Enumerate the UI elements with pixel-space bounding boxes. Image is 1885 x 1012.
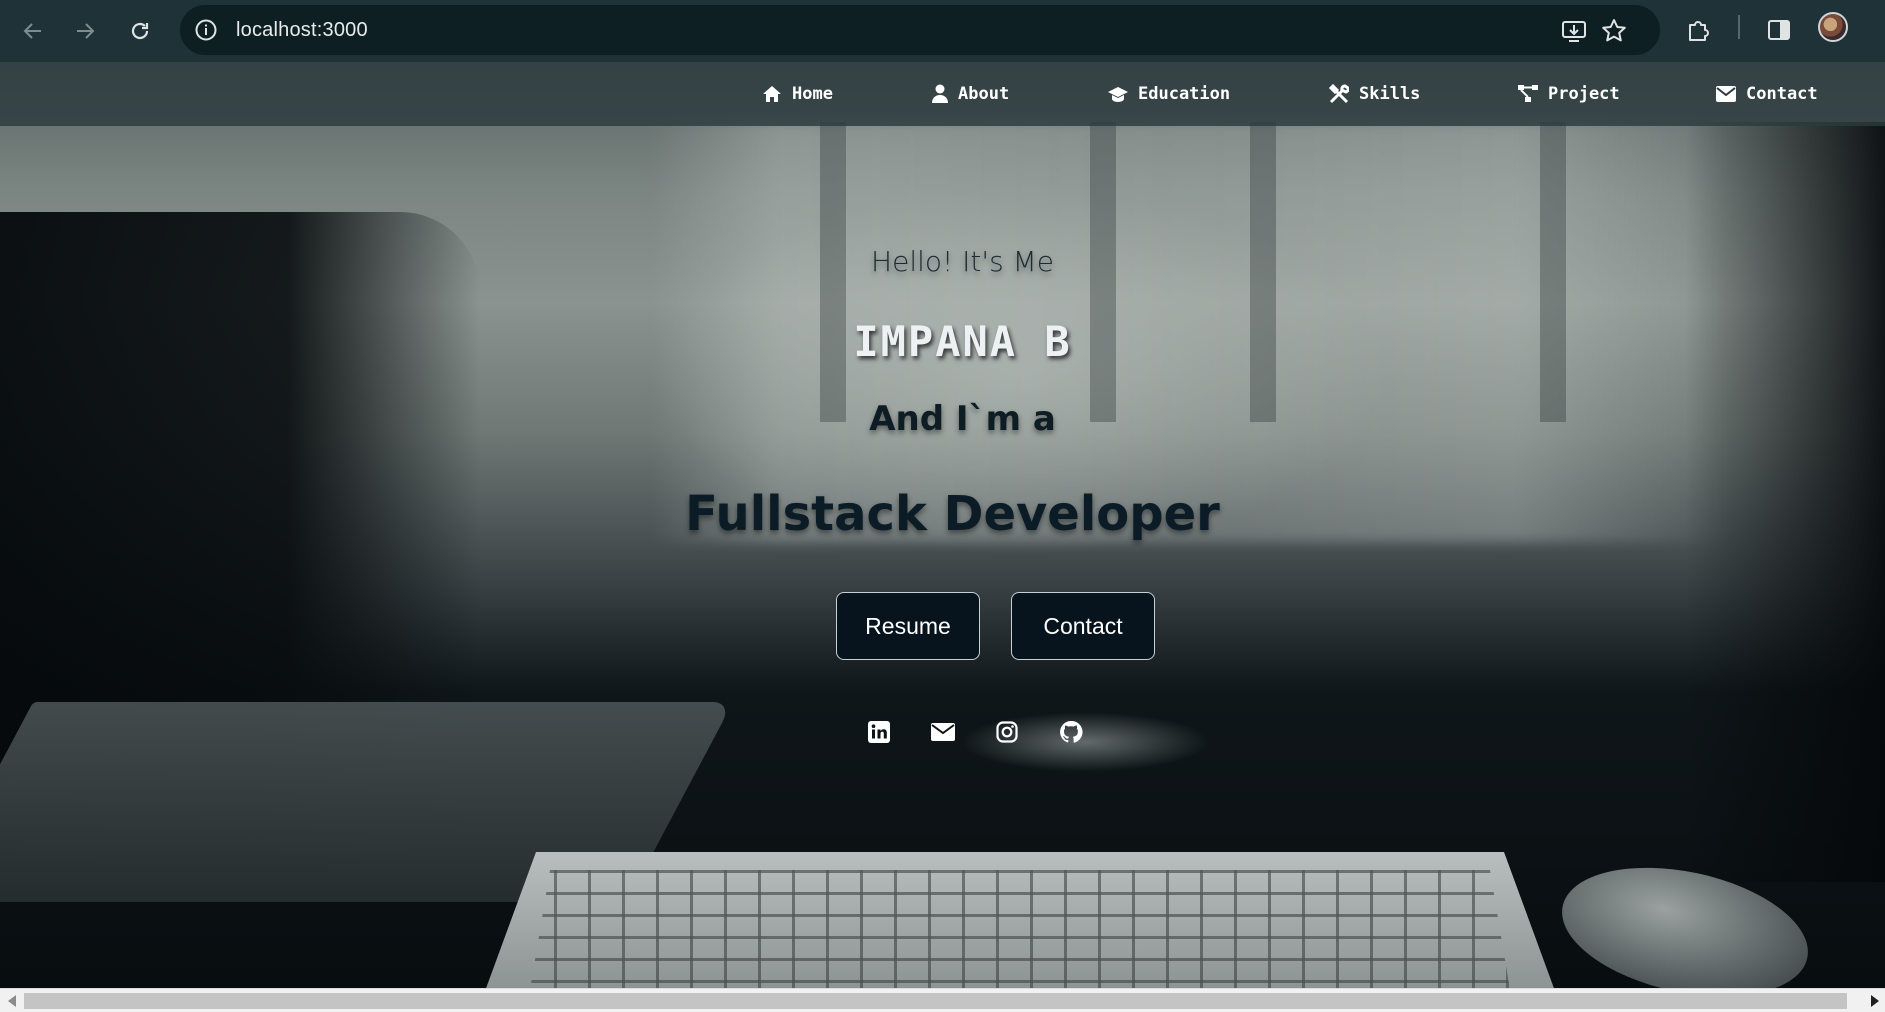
- github-icon: [1060, 720, 1083, 743]
- home-icon: [763, 86, 781, 102]
- side-panel-button[interactable]: [1761, 12, 1797, 48]
- resume-button[interactable]: Resume: [836, 592, 980, 660]
- forward-arrow-icon: [77, 23, 95, 39]
- nav-item-education[interactable]: Education: [1108, 62, 1230, 126]
- nav-item-about[interactable]: About: [932, 62, 1009, 126]
- site-navbar: Home About Education Skills Project Cont…: [0, 62, 1885, 126]
- scrollbar-thumb[interactable]: [24, 993, 1847, 1009]
- toolbar-divider: [1738, 15, 1740, 39]
- scroll-left-arrow-icon[interactable]: [8, 995, 16, 1007]
- back-button[interactable]: [14, 12, 52, 50]
- extensions-puzzle-icon: [1689, 21, 1709, 41]
- scroll-right-arrow-icon[interactable]: [1871, 995, 1879, 1007]
- nav-item-skills[interactable]: Skills: [1329, 62, 1420, 126]
- hero-greeting: Hello! It's Me: [871, 245, 1054, 278]
- email-icon: [931, 723, 955, 741]
- site-info-icon[interactable]: [194, 18, 218, 42]
- profile-avatar[interactable]: [1818, 12, 1848, 42]
- reload-button[interactable]: [121, 12, 159, 50]
- nav-item-label: Education: [1138, 84, 1231, 104]
- linkedin-link[interactable]: [861, 714, 897, 750]
- hero-subtitle: And I`m a: [869, 399, 1056, 439]
- extensions-button[interactable]: [1680, 12, 1716, 48]
- address-bar[interactable]: localhost:3000: [180, 5, 1660, 55]
- horizontal-scrollbar[interactable]: [0, 988, 1885, 1012]
- back-arrow-icon: [23, 23, 41, 39]
- nav-item-project[interactable]: Project: [1518, 62, 1620, 126]
- install-app-icon[interactable]: [1560, 17, 1588, 45]
- url-text[interactable]: localhost:3000: [236, 5, 368, 55]
- nav-item-label: Project: [1548, 84, 1620, 104]
- hero-name: IMPANA B: [853, 317, 1072, 366]
- linkedin-icon: [868, 721, 890, 743]
- envelope-icon: [1716, 86, 1736, 102]
- forward-button[interactable]: [66, 12, 104, 50]
- user-icon: [932, 84, 948, 103]
- nav-item-label: Contact: [1746, 84, 1818, 104]
- email-link[interactable]: [925, 714, 961, 750]
- background-keyboard-keys: [520, 870, 1520, 988]
- nav-item-label: About: [958, 84, 1010, 104]
- nav-item-label: Skills: [1359, 84, 1421, 104]
- contact-button[interactable]: Contact: [1011, 592, 1155, 660]
- graduation-cap-icon: [1108, 87, 1128, 102]
- hero-role: Fullstack Developer: [685, 486, 1220, 542]
- page-viewport: Home About Education Skills Project Cont…: [0, 62, 1885, 988]
- tools-icon: [1329, 84, 1349, 104]
- nav-item-label: Home: [792, 84, 833, 104]
- instagram-icon: [996, 721, 1018, 743]
- reload-icon: [131, 22, 149, 40]
- project-diagram-icon: [1518, 85, 1538, 102]
- bookmark-star-icon[interactable]: [1600, 17, 1628, 45]
- nav-item-contact[interactable]: Contact: [1716, 62, 1818, 126]
- github-link[interactable]: [1053, 714, 1089, 750]
- browser-toolbar: localhost:3000: [0, 0, 1885, 62]
- side-panel-icon: [1768, 20, 1790, 40]
- instagram-link[interactable]: [989, 714, 1025, 750]
- nav-item-home[interactable]: Home: [762, 62, 833, 126]
